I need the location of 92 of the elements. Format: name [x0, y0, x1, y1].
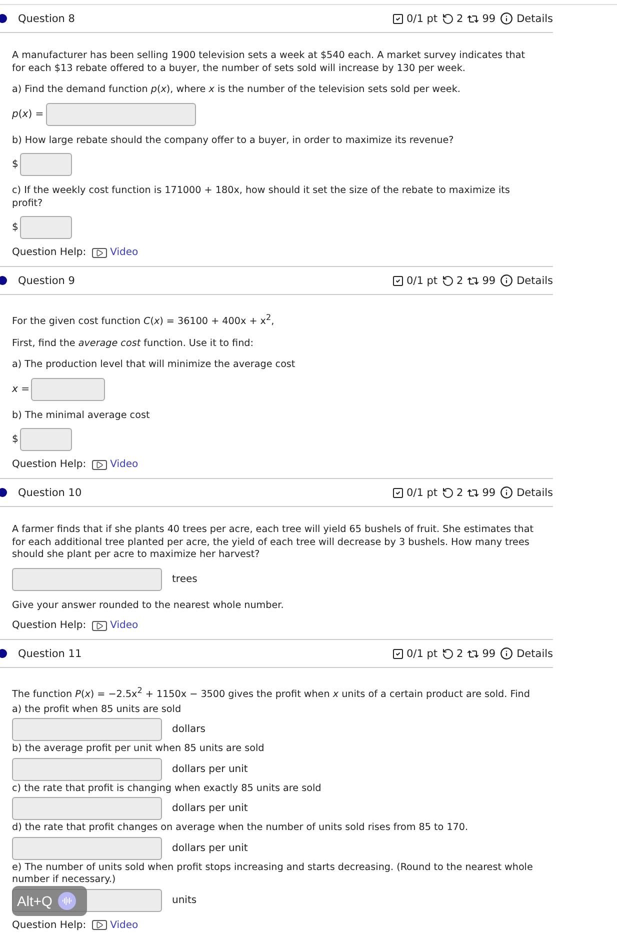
checkbox-icon: [392, 486, 404, 499]
answer-field[interactable]: [20, 428, 72, 452]
field-prefix: $: [12, 159, 18, 170]
retries-count: 2: [456, 274, 464, 286]
checkbox-icon: [392, 648, 404, 660]
unit-label: units: [172, 894, 197, 906]
attempts-count: 99: [482, 648, 496, 660]
field-prefix: $: [12, 434, 18, 446]
unit-label: dollars per unit: [172, 764, 248, 775]
retries-count: 2: [456, 12, 464, 24]
answer-field[interactable]: [12, 758, 162, 781]
answer-field[interactable]: [12, 718, 162, 742]
answer-field[interactable]: [20, 216, 72, 239]
video-link[interactable]: Video: [92, 247, 138, 258]
question-text: First, find the average cost function. Use it to find:: [12, 338, 255, 350]
question-text: c) If the weekly cost function is 171000 + 180x, how should it set the size of the rebate to maximize its profit?: [12, 185, 511, 210]
details-button[interactable]: Details: [500, 12, 553, 25]
question-text: b) the average profit per unit when 85 units are sold: [12, 743, 266, 756]
sound-wave-icon: [62, 896, 72, 906]
question-text: a) the profit when 85 units are sold: [12, 704, 182, 716]
question-text: e) The number of units sold when profit stops increasing and starts decreasing. (Round to the nearest whole number if necessary.): [12, 862, 534, 887]
info-icon: [500, 274, 513, 287]
info-icon: [500, 12, 513, 25]
question-text: c) the rate that profit is changing when exactly 85 units are sold: [12, 782, 322, 796]
unit-label: trees: [172, 574, 198, 585]
question-text: a) The production level that will minimize the average cost: [12, 359, 296, 372]
question-title: Question 8: [18, 12, 76, 24]
undo-icon: [442, 12, 454, 24]
answer-field[interactable]: [12, 797, 162, 820]
video-link[interactable]: Video: [92, 459, 138, 470]
details-button[interactable]: Details: [500, 647, 553, 660]
play-icon: [92, 920, 108, 930]
play-icon: [92, 460, 108, 470]
checkbox-icon: [392, 12, 404, 24]
attempts-count: 99: [482, 274, 496, 286]
question-title: Question 9: [18, 274, 76, 286]
info-icon: [500, 647, 513, 660]
attempts-count: 99: [482, 486, 496, 499]
repeat-icon: [467, 12, 480, 24]
checkbox-icon: [392, 274, 404, 286]
score-text: 0/1 pt: [406, 486, 438, 499]
answer-field[interactable]: [31, 378, 106, 401]
status-dot: [0, 14, 7, 23]
question-text: The function P(x) = −2.5x$^{2}$ + 1150x − 3500 gives the profit when x units of a certain product are sold. Find: [12, 685, 531, 702]
question-text: A farmer finds that if she plants 40 trees per acre, each tree will yield 65 bushels of fruit. She estimates that for each additional tree planted per acre, the yield of each tree will decrease by 3 bushels. How many trees should she plant per acre to maximize her harvest?: [12, 524, 535, 562]
unit-label: dollars per unit: [172, 803, 248, 814]
score-text: 0/1 pt: [406, 12, 438, 24]
help-label: Question Help:: [12, 247, 86, 258]
answer-field[interactable]: [12, 836, 162, 860]
undo-icon: [442, 274, 454, 286]
repeat-icon: [467, 274, 480, 286]
help-label: Question Help:: [12, 920, 86, 931]
repeat-icon: [467, 648, 480, 660]
details-button[interactable]: Details: [500, 486, 553, 500]
question-text: Give your answer rounded to the nearest whole number.: [12, 600, 285, 612]
question-title: Question 10: [18, 486, 83, 499]
play-icon: [92, 620, 108, 631]
question-title: Question 11: [18, 648, 83, 660]
retries-count: 2: [456, 648, 464, 660]
info-icon: [500, 486, 513, 500]
question-text: b) How large rebate should the company offer to a buyer, in order to maximize its revenue?: [12, 134, 455, 147]
question-text: A manufacturer has been selling 1900 television sets a week at $540 each. A market survey indicates that for each $13 rebate offered to a buyer, the number of sets sold will increase by 130 per week.: [12, 50, 526, 75]
status-dot: [0, 649, 7, 658]
unit-label: dollars: [172, 724, 206, 736]
field-prefix: p(x) =: [12, 108, 44, 120]
details-button[interactable]: Details: [500, 274, 553, 287]
field-prefix: x =: [12, 384, 30, 395]
attempts-count: 99: [482, 12, 496, 24]
undo-icon: [442, 648, 454, 660]
video-link[interactable]: Video: [92, 620, 138, 632]
unit-label: dollars per unit: [172, 842, 248, 854]
play-icon: [92, 248, 108, 258]
help-label: Question Help:: [12, 620, 86, 632]
answer-field[interactable]: [12, 568, 162, 591]
question-text: For the given cost function C(x) = 36100 + 400x + x$^{2}$,: [12, 312, 276, 329]
score-text: 0/1 pt: [406, 274, 438, 286]
question-text: d) the rate that profit changes on average when the number of units sold rises from 85 to 170.: [12, 822, 470, 835]
question-text: b) The minimal average cost: [12, 410, 151, 422]
status-dot: [0, 276, 7, 285]
score-text: 0/1 pt: [406, 648, 438, 660]
undo-icon: [442, 486, 454, 499]
shortcut-badge[interactable]: Alt+Q: [12, 886, 87, 916]
repeat-icon: [467, 486, 480, 499]
retries-count: 2: [456, 486, 464, 499]
answer-field[interactable]: [46, 102, 196, 126]
answer-field[interactable]: [20, 153, 72, 176]
question-text: a) Find the demand function p(x), where x is the number of the television sets sold per week.: [12, 84, 462, 96]
field-prefix: $: [12, 222, 18, 233]
shortcut-label: Alt+Q: [17, 892, 52, 909]
video-link[interactable]: Video: [92, 920, 138, 931]
help-label: Question Help:: [12, 459, 86, 470]
status-dot: [0, 488, 7, 498]
